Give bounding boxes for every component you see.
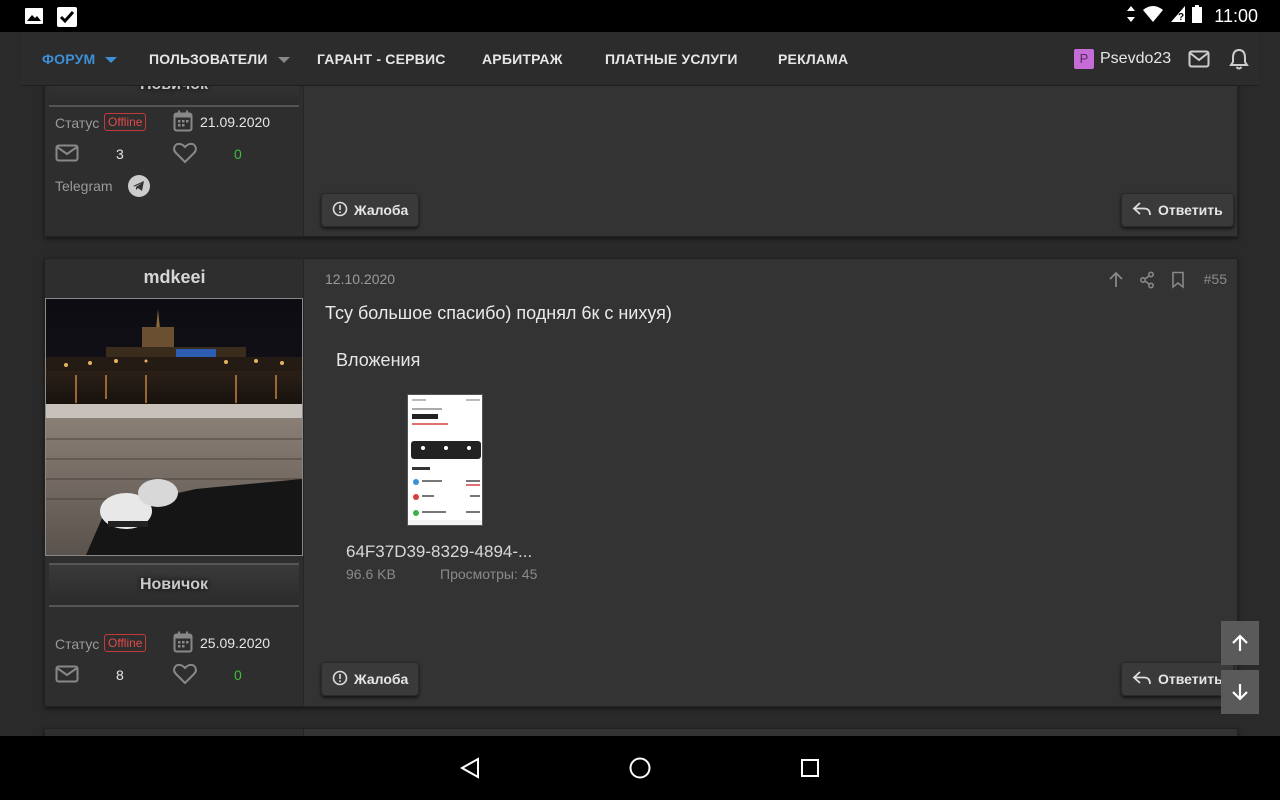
nav-ads[interactable]: РЕКЛАМА: [778, 51, 848, 67]
mail-icon: [55, 144, 79, 167]
back-icon[interactable]: [459, 757, 481, 784]
nav-paid-services[interactable]: ПЛАТНЫЕ УСЛУГИ: [605, 51, 738, 67]
post-sidebar: mdkeei Новичок Статус Offline 25.09.2020…: [45, 259, 304, 706]
telegram-icon[interactable]: [127, 174, 151, 203]
gallery-icon: [24, 6, 44, 33]
message-count: 8: [116, 667, 124, 683]
arrow-up-icon: [1232, 634, 1248, 651]
user-avatar-photo[interactable]: [45, 298, 303, 556]
alert-icon: [332, 201, 348, 220]
post-sidebar: Новичок Статус Offline 21.09.2020 3 0 Te…: [45, 86, 304, 236]
post-next: [44, 728, 1238, 736]
nav-users[interactable]: ПОЛЬЗОВАТЕЛИ: [149, 51, 290, 67]
reply-label: Ответить: [1158, 671, 1223, 687]
home-icon[interactable]: [628, 756, 652, 785]
alert-icon: [332, 670, 348, 689]
reply-label: Ответить: [1158, 202, 1223, 218]
share-icon[interactable]: [1139, 271, 1155, 294]
post-number[interactable]: #55: [1204, 271, 1227, 287]
status-label: Статус: [55, 115, 100, 131]
status-badge: Offline: [104, 634, 147, 652]
attachment-thumbnail[interactable]: [407, 394, 483, 526]
post-body: Тсу большое спасибо) поднял 6к с нихуя): [325, 303, 672, 323]
mail-icon[interactable]: [1188, 50, 1210, 73]
post-55: mdkeei Новичок Статус Offline 25.09.2020…: [44, 258, 1238, 707]
bell-icon[interactable]: [1229, 48, 1249, 75]
wifi-icon: [1142, 5, 1164, 28]
username: Psevdo23: [1100, 50, 1172, 67]
avatar: P: [1074, 49, 1094, 69]
chevron-down-icon[interactable]: [105, 57, 118, 64]
nav-users-label: ПОЛЬЗОВАТЕЛИ: [149, 51, 268, 67]
attachment-size: 96.6 KB: [346, 566, 396, 582]
arrow-down-icon: [1232, 684, 1248, 701]
attachment-name[interactable]: 64F37D39-8329-4894-...: [346, 542, 532, 562]
attachment-views: Просмотры: 45: [440, 566, 538, 582]
join-date: 25.09.2020: [200, 635, 271, 651]
svg-text:?: ?: [1178, 12, 1184, 23]
data-arrows-icon: [1126, 5, 1136, 28]
post-author[interactable]: mdkeei: [45, 267, 304, 288]
status-bar: ? 11:00: [0, 0, 1280, 32]
telegram-label: Telegram: [55, 178, 113, 194]
report-label: Жалоба: [354, 202, 409, 218]
heart-icon: [173, 142, 197, 169]
scroll-top-button[interactable]: [1221, 621, 1259, 665]
report-label: Жалоба: [354, 671, 409, 687]
nav-arbitrage[interactable]: АРБИТРАЖ: [482, 51, 563, 67]
battery-icon: [1192, 5, 1203, 28]
forum-navbar: ФОРУМ ПОЛЬЗОВАТЕЛИ ГАРАНТ - СЕРВИС АРБИТ…: [22, 32, 1258, 86]
like-count: 0: [234, 667, 242, 683]
user-menu[interactable]: P Psevdo23: [1074, 49, 1171, 69]
post-date[interactable]: 12.10.2020: [325, 271, 395, 287]
checkbox-icon: [56, 6, 78, 33]
signal-icon: ?: [1170, 5, 1186, 28]
bookmark-icon[interactable]: [1171, 271, 1185, 294]
calendar-icon: [173, 110, 193, 137]
nav-forum[interactable]: ФОРУМ: [42, 51, 118, 67]
scroll-bottom-button[interactable]: [1221, 670, 1259, 714]
recents-icon[interactable]: [800, 758, 820, 783]
rank-badge: Новичок: [49, 563, 299, 607]
heart-icon: [173, 663, 197, 690]
reply-icon: [1132, 670, 1152, 689]
reply-button[interactable]: Ответить: [1121, 193, 1234, 227]
join-date: 21.09.2020: [200, 114, 271, 130]
clock: 11:00: [1214, 6, 1258, 26]
message-count: 3: [116, 146, 124, 162]
reply-icon: [1132, 201, 1152, 220]
report-button[interactable]: Жалоба: [321, 662, 420, 696]
chevron-down-icon[interactable]: [277, 57, 290, 64]
status-label: Статус: [55, 636, 100, 652]
reply-button[interactable]: Ответить: [1121, 662, 1234, 696]
attachments-title: Вложения: [336, 350, 421, 370]
report-button[interactable]: Жалоба: [321, 193, 420, 227]
nav-forum-label: ФОРУМ: [42, 51, 96, 67]
thread-content: Новичок Статус Offline 21.09.2020 3 0 Te…: [22, 86, 1258, 736]
system-nav-bar: [0, 736, 1280, 800]
post-previous: Новичок Статус Offline 21.09.2020 3 0 Te…: [44, 86, 1238, 237]
mail-icon: [55, 665, 79, 688]
calendar-icon: [173, 631, 193, 658]
like-count: 0: [234, 146, 242, 162]
arrow-up-icon[interactable]: [1108, 271, 1124, 294]
rank-badge: Новичок: [49, 86, 299, 107]
post-sidebar: [45, 729, 304, 736]
status-badge: Offline: [104, 113, 147, 131]
nav-guarantee[interactable]: ГАРАНТ - СЕРВИС: [317, 51, 446, 67]
